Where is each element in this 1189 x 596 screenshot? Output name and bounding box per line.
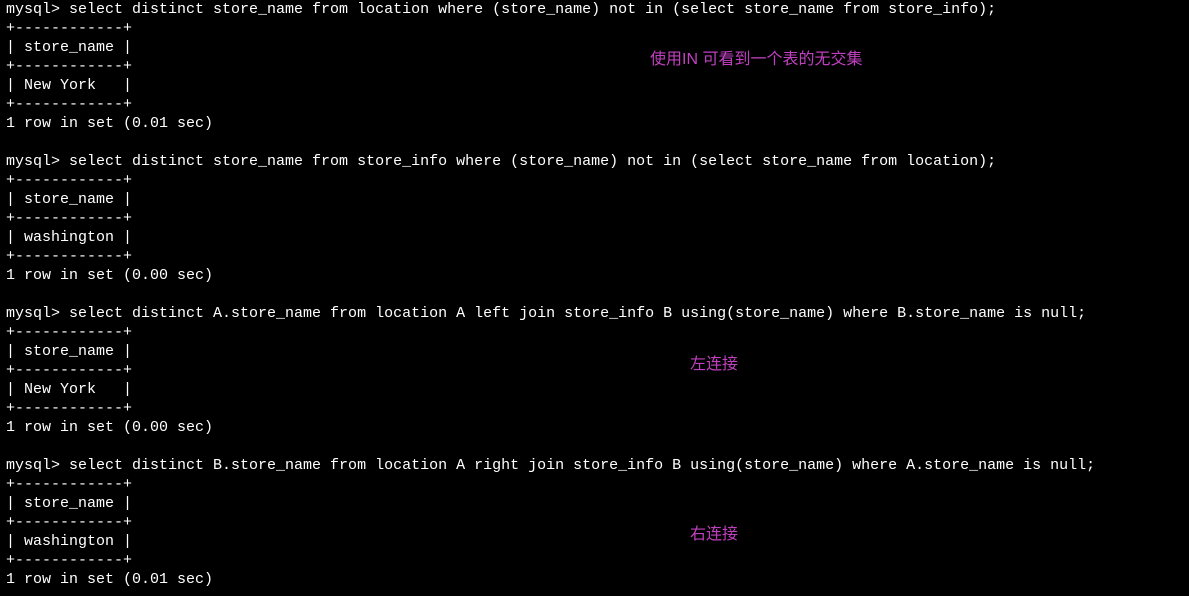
result-footer: 1 row in set (0.00 sec) xyxy=(6,418,1189,437)
table-border: +------------+ xyxy=(6,551,1189,570)
table-header: | store_name | xyxy=(6,494,1189,513)
prompt: mysql> xyxy=(6,457,69,474)
annotation-right-join: 右连接 xyxy=(690,525,738,544)
table-border: +------------+ xyxy=(6,19,1189,38)
prompt: mysql> xyxy=(6,1,69,18)
table-row: | New York | xyxy=(6,76,1189,95)
terminal-line-query-4: mysql> select distinct B.store_name from… xyxy=(6,456,1189,475)
table-border: +------------+ xyxy=(6,57,1189,76)
table-row: | washington | xyxy=(6,532,1189,551)
table-border: +------------+ xyxy=(6,323,1189,342)
blank-line xyxy=(6,437,1189,456)
prompt: mysql> xyxy=(6,305,69,322)
table-border: +------------+ xyxy=(6,95,1189,114)
prompt: mysql> xyxy=(6,153,69,170)
blank-line xyxy=(6,133,1189,152)
result-footer: 1 row in set (0.00 sec) xyxy=(6,266,1189,285)
table-row: | washington | xyxy=(6,228,1189,247)
table-border: +------------+ xyxy=(6,361,1189,380)
blank-line xyxy=(6,285,1189,304)
annotation-in-clause: 使用IN 可看到一个表的无交集 xyxy=(650,50,862,69)
table-header: | store_name | xyxy=(6,342,1189,361)
table-header: | store_name | xyxy=(6,190,1189,209)
table-border: +------------+ xyxy=(6,399,1189,418)
terminal-line-query-1: mysql> select distinct store_name from l… xyxy=(6,0,1189,19)
table-border: +------------+ xyxy=(6,513,1189,532)
table-border: +------------+ xyxy=(6,209,1189,228)
table-border: +------------+ xyxy=(6,475,1189,494)
table-row: | New York | xyxy=(6,380,1189,399)
terminal-line-query-2: mysql> select distinct store_name from s… xyxy=(6,152,1189,171)
result-footer: 1 row in set (0.01 sec) xyxy=(6,570,1189,589)
table-header: | store_name | xyxy=(6,38,1189,57)
table-border: +------------+ xyxy=(6,247,1189,266)
table-border: +------------+ xyxy=(6,171,1189,190)
annotation-left-join: 左连接 xyxy=(690,355,738,374)
terminal-line-query-3: mysql> select distinct A.store_name from… xyxy=(6,304,1189,323)
sql-text: select distinct store_name from store_in… xyxy=(69,153,996,170)
sql-text: select distinct B.store_name from locati… xyxy=(69,457,1095,474)
sql-text: select distinct A.store_name from locati… xyxy=(69,305,1086,322)
sql-text: select distinct store_name from location… xyxy=(69,1,996,18)
result-footer: 1 row in set (0.01 sec) xyxy=(6,114,1189,133)
